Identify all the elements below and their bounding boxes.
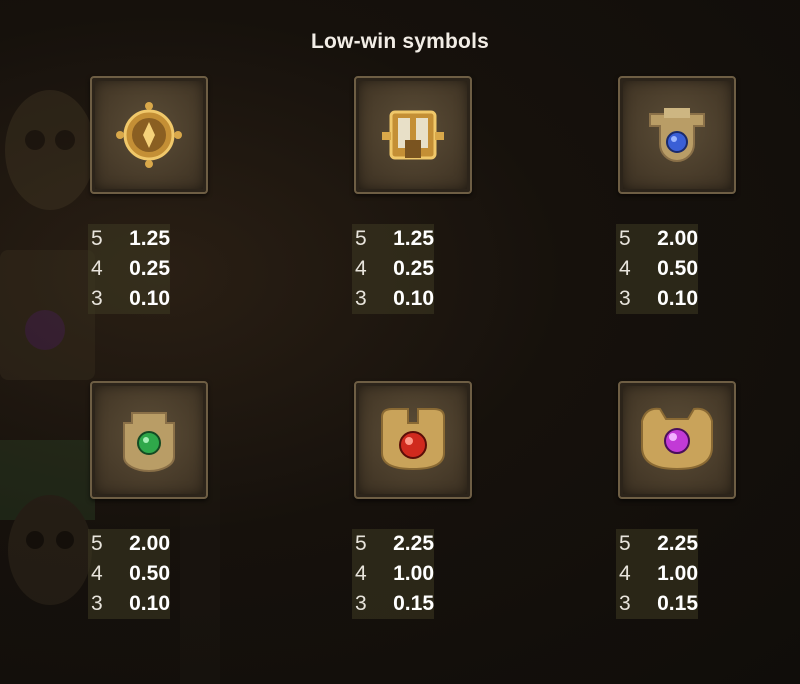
pay-row: 5 2.25 [352, 529, 434, 559]
paytable: 5 1.25 4 0.25 3 0.10 [352, 224, 434, 314]
pay-row: 4 0.25 [352, 254, 434, 284]
symbol-tile [354, 381, 472, 499]
section-title: Low-win symbols [310, 30, 489, 53]
pay-row: 4 1.00 [352, 559, 434, 589]
green-gem-totem-icon [123, 412, 175, 472]
red-gem-totem-icon [381, 408, 445, 471]
pay-row: 4 0.50 [88, 559, 170, 589]
pay-row: 3 0.10 [88, 284, 170, 314]
blue-gem-totem-icon [649, 108, 705, 162]
golden-door-icon [382, 110, 444, 160]
purple-gem-totem-icon [641, 407, 713, 471]
pay-row: 4 1.00 [616, 559, 698, 589]
pay-row: 5 1.25 [352, 224, 434, 254]
paytable: 5 2.00 4 0.50 3 0.10 [616, 224, 698, 314]
paytable: 5 1.25 4 0.25 3 0.10 [88, 224, 170, 314]
pay-row: 5 1.25 [88, 224, 170, 254]
symbol-tile [354, 76, 472, 194]
pay-row: 3 0.10 [88, 589, 170, 619]
symbol-tile [618, 381, 736, 499]
symbol-tile [90, 76, 208, 194]
pay-row: 5 2.25 [616, 529, 698, 559]
pay-row: 3 0.10 [616, 284, 698, 314]
pay-row: 4 0.25 [88, 254, 170, 284]
pay-row: 3 0.15 [352, 589, 434, 619]
pay-row: 5 2.00 [88, 529, 170, 559]
paytable: 5 2.00 4 0.50 3 0.10 [88, 529, 170, 619]
paytable: 5 2.25 4 1.00 3 0.15 [616, 529, 698, 619]
pay-row: 4 0.50 [616, 254, 698, 284]
symbol-tile [618, 76, 736, 194]
pay-row: 5 2.00 [616, 224, 698, 254]
pay-row: 3 0.15 [616, 589, 698, 619]
golden-disc-icon [116, 102, 182, 168]
pay-row: 3 0.10 [352, 284, 434, 314]
symbol-tile [90, 381, 208, 499]
paytable: 5 2.25 4 1.00 3 0.15 [352, 529, 434, 619]
